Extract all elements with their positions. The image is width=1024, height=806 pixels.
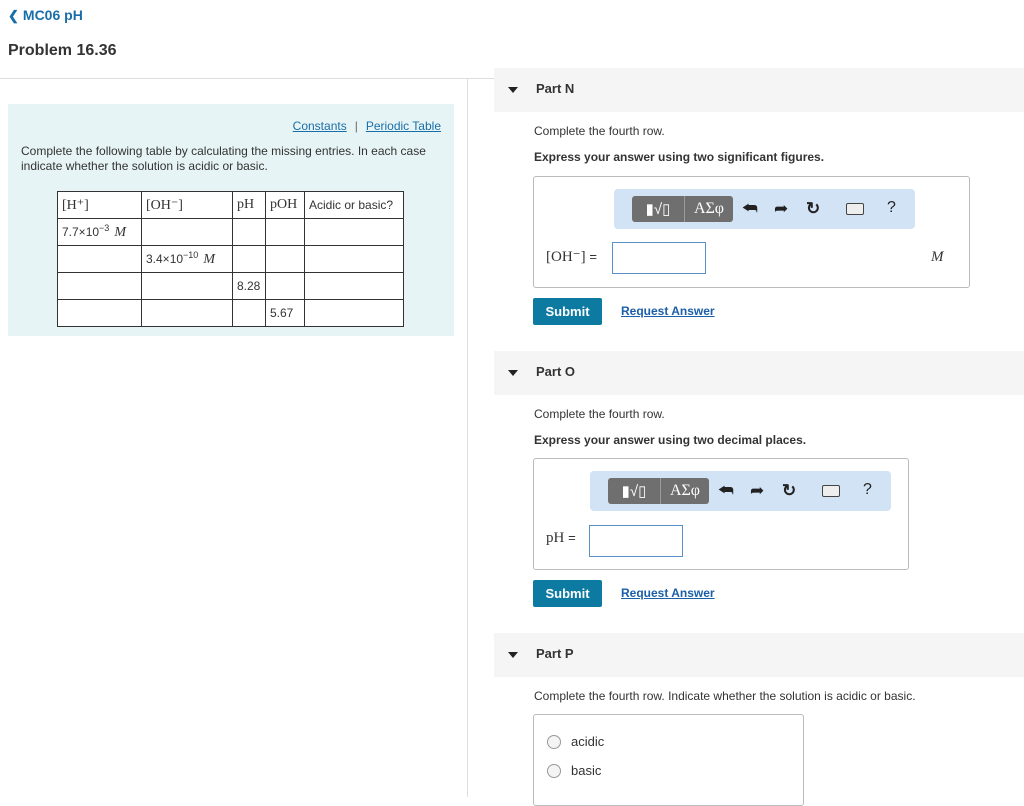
caret-down-icon [508, 370, 518, 376]
table-row: 7.7×10−3 M [57, 218, 404, 246]
greek-letters-button[interactable]: ΑΣφ [685, 196, 733, 222]
data-table: [H⁺] [OH⁻] pH pOH Acidic or basic? 7.7×1… [57, 191, 404, 327]
part-o-question: Complete the fourth row. [534, 407, 665, 421]
radio-basic-label: basic [571, 763, 602, 778]
radio-option[interactable]: acidic [547, 734, 604, 749]
part-o-title: Part O [536, 364, 576, 379]
part-n-answer-box: ▮√▯ ΑΣφ ⮪ ➦ ↻ ? [OH⁻] = M [533, 176, 970, 288]
help-icon[interactable]: ? [887, 199, 896, 217]
keyboard-icon[interactable] [846, 203, 864, 215]
keyboard-icon[interactable] [822, 485, 840, 497]
redo-icon[interactable]: ➦ [750, 481, 764, 501]
radio-acidic-label: acidic [571, 734, 605, 749]
cell-ph [232, 218, 266, 246]
templates-button[interactable]: ▮√▯ [632, 196, 685, 222]
cell-ph [232, 299, 266, 327]
part-o-header[interactable]: Part O [494, 351, 1024, 395]
templates-button[interactable]: ▮√▯ [608, 478, 661, 504]
resource-links: Constants | Periodic Table [293, 119, 441, 133]
radio-option[interactable]: basic [547, 763, 601, 778]
part-n-question: Complete the fourth row. [534, 124, 665, 138]
table-row: 3.4×10−10 M [57, 245, 404, 273]
part-o-request-answer-link[interactable]: Request Answer [621, 586, 715, 600]
cell-ph: 8.28 [232, 272, 266, 300]
column-divider [467, 79, 468, 797]
caret-down-icon [508, 87, 518, 93]
part-p-answer-box [533, 714, 804, 806]
part-o-instruction: Express your answer using two decimal pl… [534, 433, 807, 447]
header-oh-conc: [OH⁻] [141, 191, 233, 219]
cell-h [57, 299, 142, 327]
cell-ph [232, 245, 266, 273]
header-h-conc: [H⁺] [57, 191, 142, 219]
back-link[interactable]: ❮ MC06 pH [8, 7, 83, 24]
greek-letters-button[interactable]: ΑΣφ [661, 478, 709, 504]
problem-panel: Constants | Periodic Table Complete the fo… [8, 104, 454, 336]
cell-h: 7.7×10−3 M [57, 218, 142, 246]
reset-icon[interactable]: ↻ [782, 481, 796, 501]
math-toolbar: ▮√▯ ΑΣφ ⮪ ➦ ↻ ? [614, 189, 915, 229]
part-n-submit-button[interactable]: Submit [533, 298, 602, 325]
table-row: 8.28 [57, 272, 404, 300]
cell-acidic-basic [304, 299, 404, 327]
cell-oh [141, 299, 233, 327]
problem-instructions: Complete the following table by calculat… [21, 144, 426, 173]
radio-basic[interactable] [547, 763, 561, 778]
part-n-title: Part N [536, 81, 575, 96]
radio-acidic[interactable] [547, 734, 561, 749]
header-poh: pOH [265, 191, 305, 219]
part-o-answer-box: ▮√▯ ΑΣφ ⮪ ➦ ↻ ? pH = [533, 458, 909, 570]
header-acidic-basic: Acidic or basic? [304, 191, 404, 219]
cell-oh: 3.4×10−10 M [141, 245, 233, 273]
undo-icon[interactable]: ⮪ [742, 199, 758, 219]
periodic-table-link[interactable]: Periodic Table [366, 119, 441, 133]
cell-acidic-basic [304, 218, 404, 246]
table-row: 5.67 [57, 299, 404, 327]
table-header-row: [H⁺] [OH⁻] pH pOH Acidic or basic? [57, 191, 404, 219]
math-toolbar: ▮√▯ ΑΣφ ⮪ ➦ ↻ ? [590, 471, 891, 511]
chevron-left-icon: ❮ [8, 8, 19, 23]
caret-down-icon [508, 652, 518, 658]
cell-h [57, 272, 142, 300]
oh-answer-input[interactable] [612, 242, 706, 274]
toolbar-button-group: ▮√▯ ΑΣφ [632, 196, 733, 222]
unit-label: M [931, 249, 944, 265]
links-separator: | [354, 119, 358, 133]
part-n-instruction: Express your answer using two significan… [534, 150, 825, 164]
redo-icon[interactable]: ➦ [774, 199, 788, 219]
cell-poh [265, 218, 305, 246]
ph-label: pH = [546, 530, 576, 546]
oh-label: [OH⁻] = [546, 249, 597, 265]
cell-oh [141, 218, 233, 246]
cell-acidic-basic [304, 272, 404, 300]
cell-oh [141, 272, 233, 300]
part-o-submit-button[interactable]: Submit [533, 580, 602, 607]
part-n-header[interactable]: Part N [494, 68, 1024, 112]
help-icon[interactable]: ? [863, 481, 872, 499]
page-title: Problem 16.36 [8, 42, 117, 59]
undo-icon[interactable]: ⮪ [718, 481, 734, 501]
constants-link[interactable]: Constants [293, 119, 347, 133]
cell-poh [265, 272, 305, 300]
ph-answer-input[interactable] [589, 525, 683, 557]
back-link-label: MC06 pH [22, 7, 83, 23]
cell-poh [265, 245, 305, 273]
header-ph: pH [232, 191, 266, 219]
reset-icon[interactable]: ↻ [806, 199, 820, 219]
part-p-title: Part P [536, 646, 574, 661]
part-p-header[interactable]: Part P [494, 633, 1024, 677]
cell-h [57, 245, 142, 273]
toolbar-button-group: ▮√▯ ΑΣφ [608, 478, 709, 504]
cell-poh: 5.67 [265, 299, 305, 327]
part-p-question: Complete the fourth row. Indicate whethe… [534, 689, 916, 703]
cell-acidic-basic [304, 245, 404, 273]
part-n-request-answer-link[interactable]: Request Answer [621, 304, 715, 318]
